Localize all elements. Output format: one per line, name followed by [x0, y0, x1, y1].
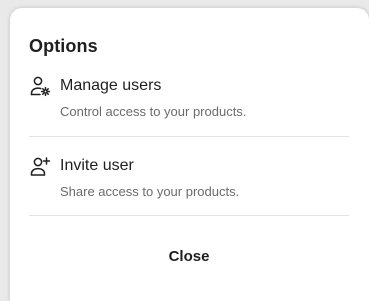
manage-users-description: Control access to your products.: [60, 104, 247, 119]
user-plus-icon: [29, 155, 51, 177]
option-header: Invite user: [29, 154, 349, 178]
sheet-title: Options: [29, 36, 98, 56]
option-header: Manage users: [29, 74, 349, 98]
close-button[interactable]: Close: [29, 240, 349, 272]
invite-user-option[interactable]: Invite user Share access to your product…: [29, 154, 349, 216]
manage-users-option[interactable]: Manage users Control access to your prod…: [29, 74, 349, 136]
user-gear-icon: [29, 75, 51, 97]
invite-user-label: Invite user: [60, 157, 134, 174]
divider: [29, 215, 349, 216]
invite-user-description: Share access to your products.: [60, 184, 240, 199]
divider: [29, 136, 349, 137]
manage-users-label: Manage users: [60, 77, 162, 94]
options-sheet: Options Manage users Control access to y…: [10, 8, 369, 301]
